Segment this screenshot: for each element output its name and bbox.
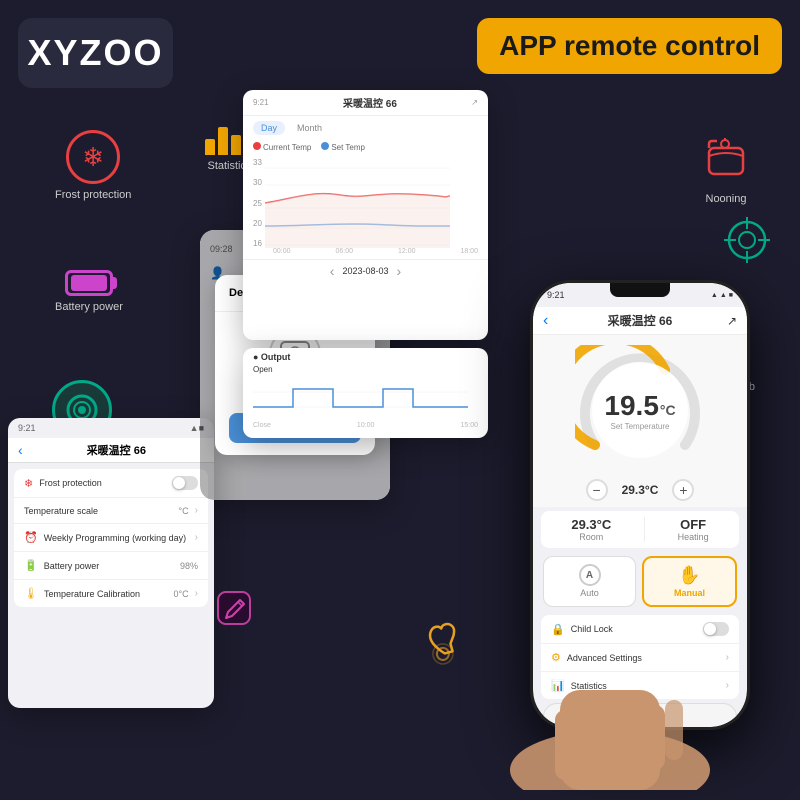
nooning-icon <box>697 130 755 188</box>
dial-set-temp: 29.3°C <box>622 483 659 497</box>
chart-tab-day[interactable]: Day <box>253 121 285 135</box>
tempcalib-setting-icon: 🌡 <box>24 587 38 600</box>
chart-legend-set: Set Temp <box>321 142 365 152</box>
main-phone: 9:21 ▲ ▲ ■ ‹ 采暖温控 66 ↗ <box>510 250 770 780</box>
room-temp: 29.3°C <box>571 517 611 532</box>
settings-back[interactable]: ‹ <box>18 442 23 458</box>
battery-label: Battery power <box>55 301 123 313</box>
nooning-label: Nooning <box>706 193 747 205</box>
room-label: Room <box>579 532 603 542</box>
app-remote-text: APP remote control <box>499 30 760 62</box>
heating-status: OFF <box>680 517 706 532</box>
chart-tab-month[interactable]: Month <box>291 121 328 135</box>
tempscale-value: °C <box>179 506 189 516</box>
divider <box>644 517 645 542</box>
chart-time: 9:21 <box>253 98 269 107</box>
feature-nooning: Nooning <box>697 130 755 205</box>
settings-tempscale: Temperature scale °C › <box>14 498 208 524</box>
temp-dial: 19.5 °C Set Temperature <box>575 345 705 475</box>
frost-setting-label: Frost protection <box>39 478 166 488</box>
output-label: ● Output <box>253 352 478 362</box>
temp-dial-area: 19.5 °C Set Temperature − 29.3°C + <box>533 335 747 507</box>
heating-label: Heating <box>678 532 709 542</box>
heating-info: OFF Heating <box>678 517 709 542</box>
weekly-label: Weekly Programming (working day) <box>44 533 189 543</box>
main-phone-statusbar: 9:21 ▲ ▲ ■ <box>533 283 747 307</box>
feature-frost: ❄ Frost protection <box>55 130 131 201</box>
edit-icon-decoration <box>212 586 256 635</box>
temp-plus-btn[interactable]: + <box>672 479 694 501</box>
chart-legend-current: Current Temp <box>253 142 311 152</box>
chart-title: 采暖温控 66 <box>343 95 397 110</box>
hand-svg <box>480 590 740 790</box>
settings-frost: ❄ Frost protection <box>14 469 208 498</box>
tempcalib-arrow: › <box>195 588 198 599</box>
dial-unit: °C <box>660 402 676 418</box>
main-phone-header: ‹ 采暖温控 66 ↗ <box>533 307 747 335</box>
phone-notch <box>610 283 670 297</box>
pencil-icon <box>212 586 256 630</box>
chart-date: 2023-08-03 <box>342 266 388 276</box>
share-icon[interactable]: ↗ <box>727 314 737 328</box>
back-btn[interactable]: ‹ <box>543 312 548 330</box>
chart-next[interactable]: › <box>397 263 402 279</box>
battery-setting-label: Battery power <box>44 561 174 571</box>
chart-output-screenshot: ● Output Open Close 10:0015:00 <box>243 348 488 438</box>
app-remote-banner: APP remote control <box>477 18 782 74</box>
battery-icon <box>65 270 113 296</box>
settings-battery: 🔋 Battery power 98% <box>14 552 208 580</box>
battery-value: 98% <box>180 561 198 571</box>
brand-name: XYZOO <box>27 32 163 74</box>
chart-screenshot: 9:21 采暖温控 66 ↗ Day Month Current Temp Se… <box>243 90 488 340</box>
output-value: Open <box>253 365 478 374</box>
manual-icon: ✋ <box>678 565 700 586</box>
frost-icon: ❄ <box>66 130 120 184</box>
feature-battery: Battery power <box>55 270 123 313</box>
tempscale-arrow: › <box>195 505 198 516</box>
settings-time: 9:21 <box>18 423 36 433</box>
weekly-arrow: › <box>195 532 198 543</box>
tempcalib-setting-label: Temperature Calibration <box>44 589 168 599</box>
auto-icon: A <box>579 564 601 586</box>
settings-screenshot: 9:21 ▲■ ‹ 采暖温控 66 ❄ Frost protection Tem… <box>8 418 214 708</box>
room-heating-bar: 29.3°C Room OFF Heating <box>541 511 739 548</box>
frost-setting-icon: ❄ <box>24 477 33 490</box>
main-phone-time: 9:21 <box>547 290 565 300</box>
tempscale-label: Temperature scale <box>24 506 173 516</box>
logo-box: XYZOO <box>18 18 173 88</box>
frost-toggle[interactable] <box>172 476 198 490</box>
weekly-icon: ⏰ <box>24 531 38 544</box>
settings-title: 采暖温控 66 <box>29 442 204 458</box>
dial-center: 19.5 °C Set Temperature <box>604 390 675 431</box>
dial-temp: 19.5 <box>604 390 659 422</box>
dial-controls: − 29.3°C + <box>586 479 695 501</box>
chart-prev[interactable]: ‹ <box>330 263 335 279</box>
status-icons: ▲ ▲ ■ <box>711 292 733 299</box>
settings-weekly[interactable]: ⏰ Weekly Programming (working day) › <box>14 524 208 552</box>
temp-minus-btn[interactable]: − <box>586 479 608 501</box>
temperature-chart-svg <box>265 158 450 248</box>
dial-set-label: Set Temperature <box>611 422 670 431</box>
battery-setting-icon: 🔋 <box>24 559 38 572</box>
frost-label: Frost protection <box>55 189 131 201</box>
main-phone-title: 采暖温控 66 <box>608 312 673 329</box>
room-info: 29.3°C Room <box>571 517 611 542</box>
output-chart-svg <box>253 377 468 417</box>
settings-tempcalib: 🌡 Temperature Calibration 0°C › <box>14 580 208 607</box>
tempcalib-value: 0°C <box>174 589 189 599</box>
